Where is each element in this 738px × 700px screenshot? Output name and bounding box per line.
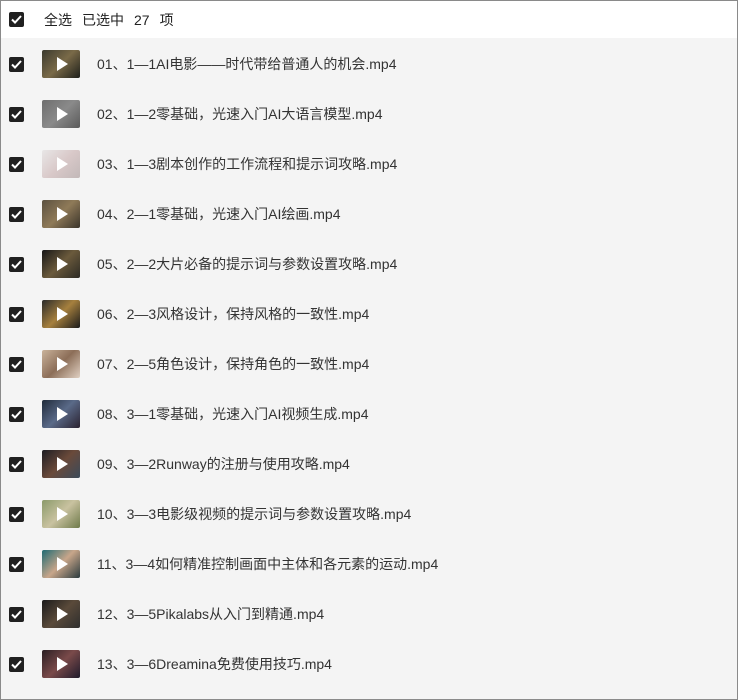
play-icon <box>57 207 68 221</box>
file-name[interactable]: 03、1—3剧本创作的工作流程和提示词攻略.mp4 <box>97 154 397 174</box>
checkmark-icon <box>11 159 22 169</box>
file-checkbox[interactable] <box>9 206 24 222</box>
file-row[interactable]: 07、2—5角色设计，保持角色的一致性.mp4 <box>1 339 737 389</box>
selected-suffix: 项 <box>159 11 174 28</box>
video-thumbnail[interactable] <box>42 600 80 628</box>
video-thumbnail[interactable] <box>42 100 80 128</box>
select-all-bar: 全选 已选中 27 项 <box>1 1 737 38</box>
select-all-checkbox[interactable] <box>9 12 24 27</box>
play-icon <box>57 357 68 371</box>
checkmark-icon <box>11 59 22 69</box>
file-checkbox[interactable] <box>9 606 24 622</box>
checkmark-icon <box>11 659 22 669</box>
play-icon <box>57 507 68 521</box>
file-name[interactable]: 06、2—3风格设计，保持风格的一致性.mp4 <box>97 304 369 324</box>
selection-summary: 全选 已选中 27 项 <box>44 10 174 30</box>
checkmark-icon <box>11 559 22 569</box>
file-name[interactable]: 01、1—1AI电影——时代带给普通人的机会.mp4 <box>97 54 397 74</box>
file-row[interactable]: 05、2—2大片必备的提示词与参数设置攻略.mp4 <box>1 239 737 289</box>
select-all-label[interactable]: 全选 <box>44 10 72 30</box>
checkmark-icon <box>11 409 22 419</box>
selected-count: 27 <box>134 11 150 28</box>
file-name[interactable]: 10、3—3电影级视频的提示词与参数设置攻略.mp4 <box>97 504 411 524</box>
play-icon <box>57 57 68 71</box>
file-checkbox[interactable] <box>9 106 24 122</box>
checkmark-icon <box>11 109 22 119</box>
list-bottom-edge <box>1 695 737 699</box>
play-icon <box>57 457 68 471</box>
video-thumbnail[interactable] <box>42 400 80 428</box>
video-thumbnail[interactable] <box>42 450 80 478</box>
play-icon <box>57 557 68 571</box>
file-checkbox[interactable] <box>9 256 24 272</box>
file-checkbox[interactable] <box>9 356 24 372</box>
file-row[interactable]: 03、1—3剧本创作的工作流程和提示词攻略.mp4 <box>1 139 737 189</box>
checkmark-icon <box>11 509 22 519</box>
file-checkbox[interactable] <box>9 556 24 572</box>
file-checkbox[interactable] <box>9 156 24 172</box>
video-thumbnail[interactable] <box>42 200 80 228</box>
checkmark-icon <box>11 459 22 469</box>
video-thumbnail[interactable] <box>42 650 80 678</box>
file-row[interactable]: 02、1—2零基础，光速入门AI大语言模型.mp4 <box>1 89 737 139</box>
selected-prefix: 已选中 <box>82 11 124 28</box>
file-row[interactable]: 06、2—3风格设计，保持风格的一致性.mp4 <box>1 289 737 339</box>
file-list: 01、1—1AI电影——时代带给普通人的机会.mp4 02、1—2零基础，光速入门… <box>1 39 737 689</box>
video-thumbnail[interactable] <box>42 300 80 328</box>
file-row[interactable]: 10、3—3电影级视频的提示词与参数设置攻略.mp4 <box>1 489 737 539</box>
file-name[interactable]: 11、3—4如何精准控制画面中主体和各元素的运动.mp4 <box>97 554 438 574</box>
play-icon <box>57 107 68 121</box>
file-row[interactable]: 13、3—6Dreamina免费使用技巧.mp4 <box>1 639 737 689</box>
video-thumbnail[interactable] <box>42 50 80 78</box>
checkmark-icon <box>11 259 22 269</box>
checkmark-icon <box>11 359 22 369</box>
checkmark-icon <box>11 209 22 219</box>
file-checkbox[interactable] <box>9 656 24 672</box>
file-name[interactable]: 07、2—5角色设计，保持角色的一致性.mp4 <box>97 354 369 374</box>
file-name[interactable]: 13、3—6Dreamina免费使用技巧.mp4 <box>97 654 332 674</box>
file-checkbox[interactable] <box>9 56 24 72</box>
file-checkbox[interactable] <box>9 306 24 322</box>
file-name[interactable]: 12、3—5Pikalabs从入门到精通.mp4 <box>97 604 324 624</box>
file-row[interactable]: 08、3—1零基础，光速入门AI视频生成.mp4 <box>1 389 737 439</box>
play-icon <box>57 407 68 421</box>
video-thumbnail[interactable] <box>42 350 80 378</box>
file-checkbox[interactable] <box>9 506 24 522</box>
file-selection-panel: 全选 已选中 27 项 01、1—1AI电影——时代带给普通人的机会.mp4 02… <box>0 0 738 700</box>
checkmark-icon <box>11 15 22 24</box>
file-row[interactable]: 12、3—5Pikalabs从入门到精通.mp4 <box>1 589 737 639</box>
play-icon <box>57 307 68 321</box>
play-icon <box>57 607 68 621</box>
video-thumbnail[interactable] <box>42 150 80 178</box>
video-thumbnail[interactable] <box>42 250 80 278</box>
file-row[interactable]: 09、3—2Runway的注册与使用攻略.mp4 <box>1 439 737 489</box>
play-icon <box>57 157 68 171</box>
file-name[interactable]: 02、1—2零基础，光速入门AI大语言模型.mp4 <box>97 104 383 124</box>
file-row[interactable]: 04、2—1零基础，光速入门AI绘画.mp4 <box>1 189 737 239</box>
play-icon <box>57 257 68 271</box>
file-name[interactable]: 09、3—2Runway的注册与使用攻略.mp4 <box>97 454 350 474</box>
video-thumbnail[interactable] <box>42 500 80 528</box>
file-checkbox[interactable] <box>9 456 24 472</box>
file-name[interactable]: 04、2—1零基础，光速入门AI绘画.mp4 <box>97 204 341 224</box>
file-row[interactable]: 01、1—1AI电影——时代带给普通人的机会.mp4 <box>1 39 737 89</box>
file-row[interactable]: 11、3—4如何精准控制画面中主体和各元素的运动.mp4 <box>1 539 737 589</box>
checkmark-icon <box>11 609 22 619</box>
file-name[interactable]: 05、2—2大片必备的提示词与参数设置攻略.mp4 <box>97 254 397 274</box>
file-checkbox[interactable] <box>9 406 24 422</box>
play-icon <box>57 657 68 671</box>
file-name[interactable]: 08、3—1零基础，光速入门AI视频生成.mp4 <box>97 404 369 424</box>
checkmark-icon <box>11 309 22 319</box>
video-thumbnail[interactable] <box>42 550 80 578</box>
